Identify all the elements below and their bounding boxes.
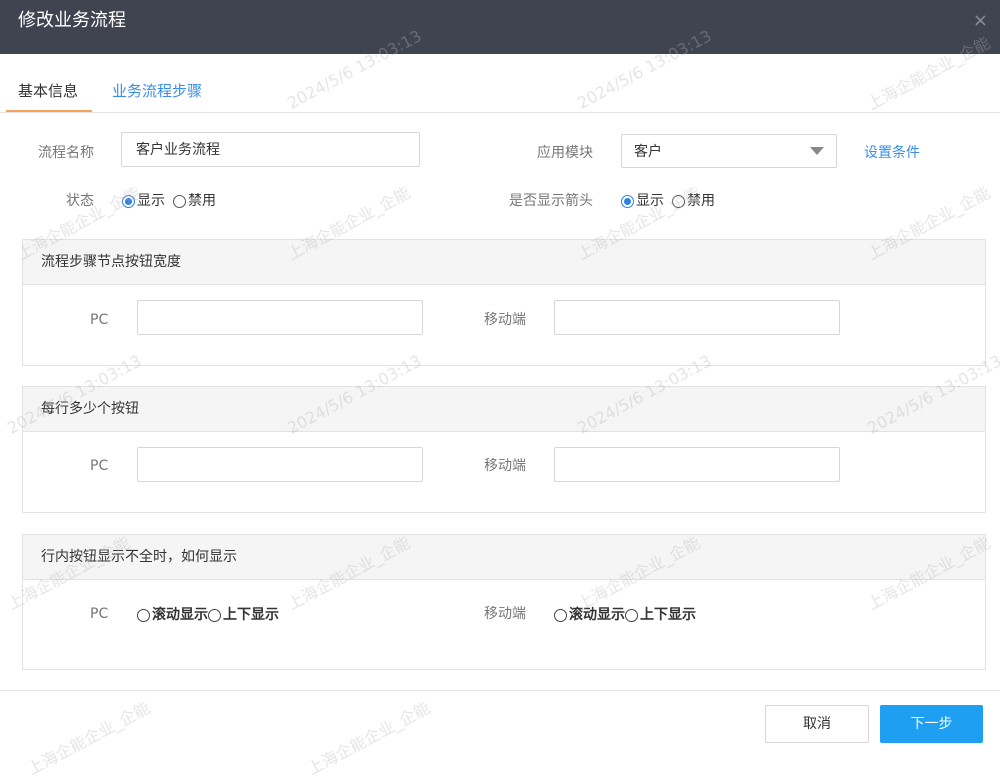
radio-checked-icon (621, 194, 634, 208)
panel-header: 每行多少个按钮 (23, 387, 985, 432)
mobile-count-input[interactable] (554, 447, 840, 482)
mobile-option-stack-label: 上下显示 (640, 607, 696, 623)
tab-process-steps[interactable]: 业务流程步骤 (112, 80, 202, 102)
pc-option-stack-label: 上下显示 (223, 607, 279, 623)
tab-basic-info[interactable]: 基本信息 (5, 80, 93, 112)
pc-option-scroll-label: 滚动显示 (152, 607, 208, 623)
pc-width-input[interactable] (137, 300, 423, 335)
chevron-down-icon (810, 147, 824, 155)
dialog-title: 修改业务流程 (18, 10, 126, 31)
watermark: 上海企能企业_企能 (304, 698, 434, 779)
module-label: 应用模块 (537, 145, 593, 161)
arrow-option-disable-label: 禁用 (687, 193, 715, 209)
panel-title: 每行多少个按钮 (41, 401, 139, 417)
pc-label: PC (90, 312, 109, 328)
arrow-option-disable[interactable]: 禁用 (672, 191, 715, 211)
panel-title: 行内按钮显示不全时，如何显示 (41, 549, 237, 565)
mobile-option-scroll[interactable]: 滚动显示 (554, 605, 625, 625)
arrow-option-show-label: 显示 (636, 193, 664, 209)
next-step-button[interactable]: 下一步 (880, 705, 983, 743)
radio-unchecked-icon (554, 608, 567, 622)
mobile-option-stack[interactable]: 上下显示 (625, 605, 696, 625)
radio-unchecked-icon (208, 608, 221, 622)
status-radio-group: 显示 禁用 (122, 191, 224, 211)
dialog-header: 修改业务流程 × (0, 0, 1000, 54)
status-option-disable-label: 禁用 (188, 193, 216, 209)
show-arrow-label: 是否显示箭头 (509, 193, 593, 209)
cancel-button[interactable]: 取消 (765, 705, 869, 743)
show-arrow-radio-group: 显示 禁用 (621, 191, 723, 211)
overflow-display-panel: 行内按钮显示不全时，如何显示 (22, 534, 986, 670)
footer-divider (0, 690, 1000, 691)
status-option-show[interactable]: 显示 (122, 191, 165, 211)
process-name-input[interactable]: 客户业务流程 (121, 132, 420, 167)
watermark: 上海企能企业_企能 (24, 698, 154, 779)
mobile-label: 移动端 (484, 606, 526, 622)
tab-bar: 基本信息 业务流程步骤 (0, 54, 1000, 113)
radio-unchecked-icon (625, 608, 638, 622)
pc-option-stack[interactable]: 上下显示 (208, 605, 279, 625)
mobile-option-scroll-label: 滚动显示 (569, 607, 625, 623)
radio-unchecked-icon (173, 194, 186, 208)
process-name-label: 流程名称 (38, 145, 94, 161)
pc-option-scroll[interactable]: 滚动显示 (137, 605, 208, 625)
arrow-option-show[interactable]: 显示 (621, 191, 664, 211)
module-select[interactable]: 客户 (621, 134, 837, 168)
set-condition-link[interactable]: 设置条件 (864, 143, 920, 163)
radio-unchecked-icon (672, 194, 685, 208)
status-option-show-label: 显示 (137, 193, 165, 209)
panel-header: 行内按钮显示不全时，如何显示 (23, 535, 985, 580)
mobile-overflow-radio-group: 滚动显示 上下显示 (554, 605, 696, 625)
pc-overflow-radio-group: 滚动显示 上下显示 (137, 605, 279, 625)
mobile-width-input[interactable] (554, 300, 840, 335)
module-select-value: 客户 (634, 144, 662, 160)
panel-header: 流程步骤节点按钮宽度 (23, 240, 985, 285)
close-icon[interactable]: × (973, 12, 988, 30)
mobile-label: 移动端 (484, 312, 526, 328)
pc-count-input[interactable] (137, 447, 423, 482)
mobile-label: 移动端 (484, 458, 526, 474)
panel-title: 流程步骤节点按钮宽度 (41, 254, 181, 270)
radio-unchecked-icon (137, 608, 150, 622)
pc-label: PC (90, 458, 109, 474)
status-option-disable[interactable]: 禁用 (173, 191, 216, 211)
pc-label: PC (90, 606, 109, 622)
status-label: 状态 (66, 193, 94, 209)
radio-checked-icon (122, 194, 135, 208)
